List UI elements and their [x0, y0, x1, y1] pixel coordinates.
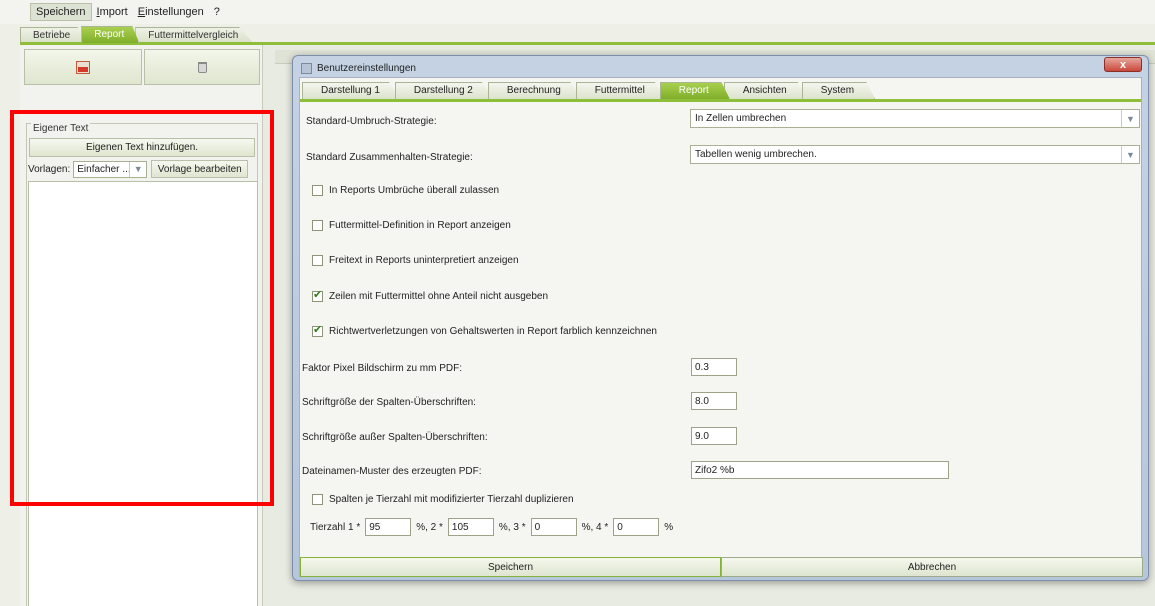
checkbox-duplicate[interactable]	[312, 493, 323, 505]
checkbox-label: Zeilen mit Futtermittel ohne Anteil nich…	[329, 290, 549, 302]
menu-import[interactable]: Import	[92, 4, 133, 20]
tab-futtermittel[interactable]: Futtermittel	[575, 82, 666, 99]
close-button[interactable]: x	[1104, 57, 1142, 72]
tierzahl-2-input[interactable]: 105	[447, 518, 494, 536]
dialog-button-bar: Speichern Abbrechen	[300, 557, 1143, 577]
header-font-label: Schriftgröße der Spalten-Überschriften:	[302, 396, 476, 408]
break-strategy-label: Standard-Umbruch-Strategie:	[306, 116, 437, 127]
dialog-tabs: Darstellung 1 Darstellung 2 Berechnung F…	[302, 82, 876, 99]
checkbox-freetext[interactable]	[312, 254, 323, 266]
checkbox-label: Richtwertverletzungen von Gehaltswerten …	[329, 325, 657, 337]
checkbox-color-violations[interactable]	[312, 323, 323, 337]
tierzahl-sep-2: %, 2 *	[416, 521, 443, 533]
tab-report-settings[interactable]: Report	[659, 82, 730, 99]
body-font-label: Schriftgröße außer Spalten-Überschriften…	[302, 431, 488, 443]
tierzahl-percent: %	[664, 521, 674, 533]
highlight-box	[10, 110, 274, 506]
checkbox-breaks[interactable]	[312, 184, 323, 196]
menu-settings[interactable]: Einstellungen	[133, 4, 209, 20]
dialog-titlebar: Benutzereinstellungen	[301, 61, 416, 75]
dialog-title: Benutzereinstellungen	[317, 62, 416, 74]
delete-button[interactable]	[144, 49, 260, 85]
filename-input[interactable]: Zifo2 %b	[691, 461, 949, 479]
pdf-export-button[interactable]	[24, 49, 142, 85]
menu-save[interactable]: Speichern	[30, 3, 92, 21]
pixel-factor-input[interactable]: 0.3	[691, 358, 737, 376]
checkbox-label: In Reports Umbrüche überall zulassen	[329, 184, 500, 196]
chevron-down-icon[interactable]: ▼	[1121, 110, 1139, 127]
header-font-input[interactable]: 8.0	[691, 392, 737, 410]
chevron-down-icon[interactable]: ▼	[1121, 146, 1139, 163]
break-strategy-value: In Zellen umbrechen	[695, 113, 787, 124]
tab-system[interactable]: System	[801, 82, 876, 99]
checkbox-feed-definition[interactable]	[312, 219, 323, 231]
dialog-body: Darstellung 1 Darstellung 2 Berechnung F…	[299, 77, 1143, 577]
close-icon: x	[1119, 58, 1127, 71]
tab-berechnung[interactable]: Berechnung	[487, 82, 582, 99]
tierzahl-row: Tierzahl 1 * 95 %, 2 * 105 %, 3 * 0 %, 4…	[310, 518, 673, 536]
tierzahl-sep-4: %, 4 *	[581, 521, 609, 533]
checkbox-row-feed-definition[interactable]: Futtermittel-Definition in Report anzeig…	[312, 218, 511, 232]
tierzahl-3-input[interactable]: 0	[530, 518, 577, 536]
tab-darstellung-2[interactable]: Darstellung 2	[394, 82, 494, 99]
tab-futtermittelvergleich[interactable]: Futtermittelvergleich	[135, 27, 254, 43]
settings-dialog: Benutzereinstellungen x Darstellung 1 Da…	[292, 55, 1149, 581]
keep-strategy-value: Tabellen wenig umbrechen.	[695, 149, 817, 160]
checkbox-row-breaks[interactable]: In Reports Umbrüche überall zulassen	[312, 183, 499, 197]
checkbox-row-duplicate[interactable]: Spalten je Tierzahl mit modifizierter Ti…	[312, 492, 574, 506]
checkbox-label: Spalten je Tierzahl mit modifizierter Ti…	[329, 493, 574, 505]
pdf-icon	[76, 60, 90, 74]
checkbox-row-freetext[interactable]: Freitext in Reports uninterpretiert anze…	[312, 253, 519, 267]
main-tabs: Betriebe Report Futtermittelvergleich	[20, 26, 254, 43]
tierzahl-1-input[interactable]: 95	[365, 518, 412, 536]
tierzahl-label: Tierzahl 1 *	[310, 521, 361, 533]
tierzahl-sep-3: %, 3 *	[498, 521, 526, 533]
cancel-button[interactable]: Abbrechen	[721, 557, 1143, 577]
break-strategy-select[interactable]: In Zellen umbrechen ▼	[690, 109, 1140, 128]
tierzahl-4-input[interactable]: 0	[613, 518, 660, 536]
tab-darstellung-1[interactable]: Darstellung 1	[302, 82, 401, 99]
checkbox-label: Freitext in Reports uninterpretiert anze…	[329, 254, 519, 266]
tab-ansichten[interactable]: Ansichten	[723, 82, 808, 99]
dialog-tab-underline	[300, 99, 1141, 102]
checkbox-row-color-violations[interactable]: Richtwertverletzungen von Gehaltswerten …	[312, 323, 657, 338]
checkbox-row-zero-share[interactable]: Zeilen mit Futtermittel ohne Anteil nich…	[312, 288, 549, 303]
pixel-factor-label: Faktor Pixel Bildschirm zu mm PDF:	[302, 362, 463, 374]
tab-report[interactable]: Report	[81, 26, 140, 43]
menu-help[interactable]: ?	[209, 4, 225, 20]
filename-label: Dateinamen-Muster des erzeugten PDF:	[302, 465, 482, 477]
tab-betriebe[interactable]: Betriebe	[20, 27, 86, 43]
menu-bar: Speichern Import Einstellungen ?	[0, 0, 1155, 24]
checkbox-zero-share[interactable]	[312, 288, 323, 302]
checkbox-label: Futtermittel-Definition in Report anzeig…	[329, 219, 511, 231]
keep-strategy-select[interactable]: Tabellen wenig umbrechen. ▼	[690, 145, 1140, 164]
body-font-input[interactable]: 9.0	[691, 427, 737, 445]
app-icon	[301, 62, 312, 74]
save-button[interactable]: Speichern	[300, 557, 721, 577]
trash-icon	[197, 61, 207, 73]
keep-strategy-label: Standard Zusammenhalten-Strategie:	[306, 152, 473, 163]
